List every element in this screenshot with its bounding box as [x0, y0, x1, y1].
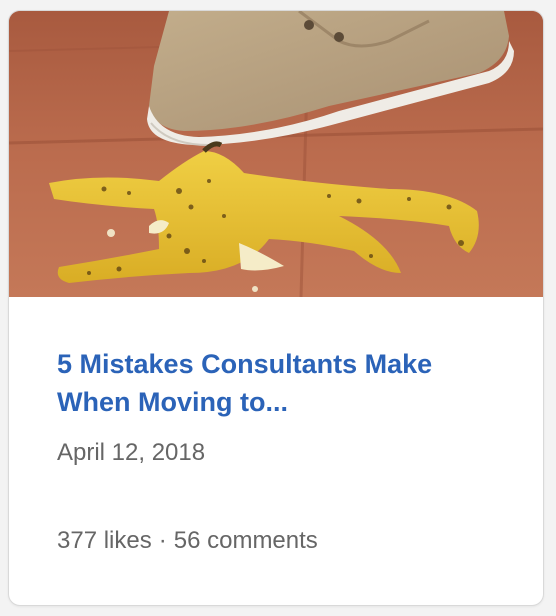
post-date: April 12, 2018 — [57, 439, 206, 466]
post-image[interactable] — [9, 11, 543, 297]
post-title-link[interactable]: 5 Mistakes Consultants Make When Moving … — [57, 345, 497, 421]
post-card[interactable]: 5 Mistakes Consultants Make When Moving … — [8, 10, 544, 606]
separator-dot: · — [158, 527, 167, 554]
post-stats: 377 likes · 56 comments — [57, 525, 318, 557]
comments-count[interactable]: 56 comments — [174, 525, 318, 557]
post-body: 5 Mistakes Consultants Make When Moving … — [9, 297, 543, 605]
likes-count[interactable]: 377 likes — [57, 525, 152, 557]
banana-peel-illustration — [9, 11, 543, 297]
